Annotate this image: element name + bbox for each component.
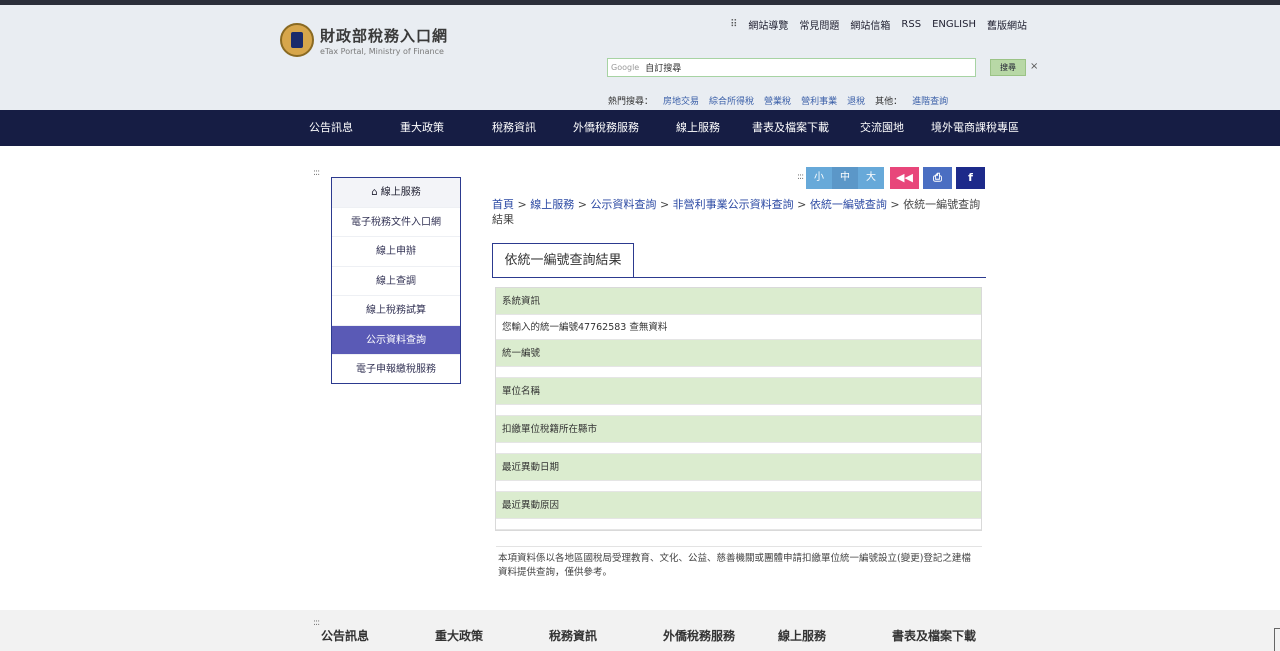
site-header: 財政部稅務入口網 eTax Portal, Ministry of Financ… (0, 5, 1280, 110)
main-nav: 公告訊息 重大政策 稅務資訊 外僑稅務服務 線上服務 書表及檔案下載 交流園地 … (0, 110, 1280, 146)
top-link-english[interactable]: ENGLISH (932, 19, 976, 30)
hot-link-refund[interactable]: 退稅 (847, 94, 865, 107)
google-brand: Google (611, 63, 640, 72)
font-medium-button[interactable]: 中 (832, 167, 858, 189)
footer-nav-forms-download[interactable]: 書表及檔案下載 (892, 627, 976, 644)
hot-link-income-tax[interactable]: 綜合所得稅 (709, 94, 754, 107)
resize-corner (1274, 628, 1280, 651)
nav-announcements[interactable]: 公告訊息 (309, 110, 353, 146)
nav-foreigner-tax[interactable]: 外僑稅務服務 (573, 110, 639, 146)
row-change-date-label: 最近異動日期 (496, 454, 981, 481)
result-table: 系統資訊 您輸入的統一編號47762583 查無資料 統一編號 單位名稱 扣繳單… (495, 287, 982, 531)
row-change-reason-label: 最近異動原因 (496, 492, 981, 519)
hot-search: 熱門搜尋： 房地交易 綜合所得稅 營業稅 營利事業 退稅 其他： 進階查詢 (608, 94, 948, 107)
top-link-mailbox[interactable]: 網站信箱 (850, 17, 890, 32)
site-logo[interactable]: 財政部稅務入口網 eTax Portal, Ministry of Financ… (280, 23, 448, 57)
row-unit-name-value (496, 405, 981, 416)
print-icon[interactable]: ⎙ (923, 167, 952, 189)
sidebar-item-tax-calculator[interactable]: 線上稅務試算 (332, 296, 460, 326)
footer-nav-major-policies[interactable]: 重大政策 (435, 627, 483, 644)
clear-search-icon[interactable]: × (1030, 61, 1038, 72)
row-system-info-value: 您輸入的統一編號47762583 查無資料 (496, 315, 981, 340)
tab-query-result[interactable]: 依統一編號查詢結果 (492, 243, 634, 278)
row-system-info-label: 系統資訊 (496, 288, 981, 315)
footer-nav-foreigner-tax[interactable]: 外僑稅務服務 (663, 627, 735, 644)
row-tax-id-value (496, 367, 981, 378)
row-county-label: 扣繳單位稅籍所在縣市 (496, 416, 981, 443)
footer-grip[interactable]: ::: (313, 618, 320, 628)
hot-link-profit-enterprise[interactable]: 營利事業 (801, 94, 837, 107)
hot-link-real-estate[interactable]: 房地交易 (663, 94, 699, 107)
logo-subtitle: eTax Portal, Ministry of Finance (320, 46, 444, 56)
footer-nav-tax-info[interactable]: 稅務資訊 (549, 627, 597, 644)
breadcrumb: 首頁 > 線上服務 > 公示資料查詢 > 非營利事業公示資料查詢 > 依統一編號… (492, 198, 981, 226)
logo-title: 財政部稅務入口網 (320, 26, 449, 45)
breadcrumb-nonprofit-data[interactable]: 非營利事業公示資料查詢 (673, 198, 794, 211)
ministry-seal-icon (280, 23, 314, 57)
font-small-button[interactable]: 小 (806, 167, 832, 189)
row-unit-name-label: 單位名稱 (496, 378, 981, 405)
row-change-reason-value (496, 519, 981, 530)
sidebar-item-etax-docs[interactable]: 電子稅務文件入口網 (332, 208, 460, 237)
breadcrumb-public-data[interactable]: 公示資料查詢 (590, 198, 656, 211)
search-input[interactable]: Google 自訂搜尋 (607, 58, 976, 77)
disclaimer-note: 本項資料係以各地區國稅局受理教育、文化、公益、慈善機關或團體申請扣繳單位統一編號… (498, 553, 971, 578)
top-links: ⠿ 網站導覽 常見問題 網站信箱 RSS ENGLISH 舊版網站 (730, 17, 1027, 32)
search-placeholder: 自訂搜尋 (645, 64, 682, 74)
top-link-rss[interactable]: RSS (901, 19, 921, 30)
facebook-icon[interactable]: f (956, 167, 985, 189)
content-grip[interactable]: ::: (797, 172, 804, 182)
sidebar-item-online-apply[interactable]: 線上申辦 (332, 237, 460, 267)
font-size-controls: 小 中 大 (806, 167, 884, 189)
nav-forms-download[interactable]: 書表及檔案下載 (752, 110, 829, 146)
top-link-faq[interactable]: 常見問題 (799, 17, 839, 32)
sidebar-item-online-inquiry[interactable]: 線上查調 (332, 267, 460, 296)
nav-online-services[interactable]: 線上服務 (676, 110, 720, 146)
top-link-old-site[interactable]: 舊版網站 (987, 17, 1027, 32)
breadcrumb-by-id[interactable]: 依統一編號查詢 (810, 198, 887, 211)
nav-tax-info[interactable]: 稅務資訊 (492, 110, 536, 146)
nav-major-policies[interactable]: 重大政策 (400, 110, 444, 146)
top-link-sitemap[interactable]: 網站導覽 (748, 17, 788, 32)
font-large-button[interactable]: 大 (858, 167, 884, 189)
sitemap-grip-icon: ⠿ (730, 19, 738, 30)
breadcrumb-home[interactable]: 首頁 (492, 198, 514, 211)
accesskey-grip[interactable]: ::: (313, 168, 320, 178)
back-icon[interactable]: ◀◀ (890, 167, 919, 189)
sidebar-item-public-data[interactable]: 公示資料查詢 (332, 325, 460, 355)
nav-forum[interactable]: 交流園地 (860, 110, 904, 146)
action-buttons: ◀◀ ⎙ f (890, 167, 985, 189)
footer-nav: ::: 公告訊息 重大政策 稅務資訊 外僑稅務服務 線上服務 書表及檔案下載 (0, 610, 1280, 651)
advanced-search-link[interactable]: 進階查詢 (912, 94, 948, 107)
breadcrumb-online-services[interactable]: 線上服務 (530, 198, 574, 211)
home-icon: ⌂ (371, 187, 378, 198)
row-change-date-value (496, 481, 981, 492)
row-tax-id-label: 統一編號 (496, 340, 981, 367)
other-label: 其他： (875, 97, 903, 107)
sidebar-item-e-filing[interactable]: 電子申報繳稅服務 (332, 355, 460, 385)
row-county-value (496, 443, 981, 454)
hot-search-label: 熱門搜尋： (608, 97, 654, 107)
sidebar-title[interactable]: ⌂ 線上服務 (332, 178, 460, 208)
note-divider (496, 546, 982, 547)
sidebar-menu: ⌂ 線上服務 電子稅務文件入口網 線上申辦 線上查調 線上稅務試算 公示資料查詢… (331, 177, 461, 384)
tab-divider (492, 277, 986, 278)
nav-cross-border-ecommerce[interactable]: 境外電商課稅專區 (931, 110, 1019, 146)
hot-link-business-tax[interactable]: 營業稅 (764, 94, 791, 107)
footer-nav-announcements[interactable]: 公告訊息 (321, 627, 369, 644)
search-button[interactable]: 搜尋 (990, 59, 1026, 76)
footer-nav-online-services[interactable]: 線上服務 (778, 627, 826, 644)
